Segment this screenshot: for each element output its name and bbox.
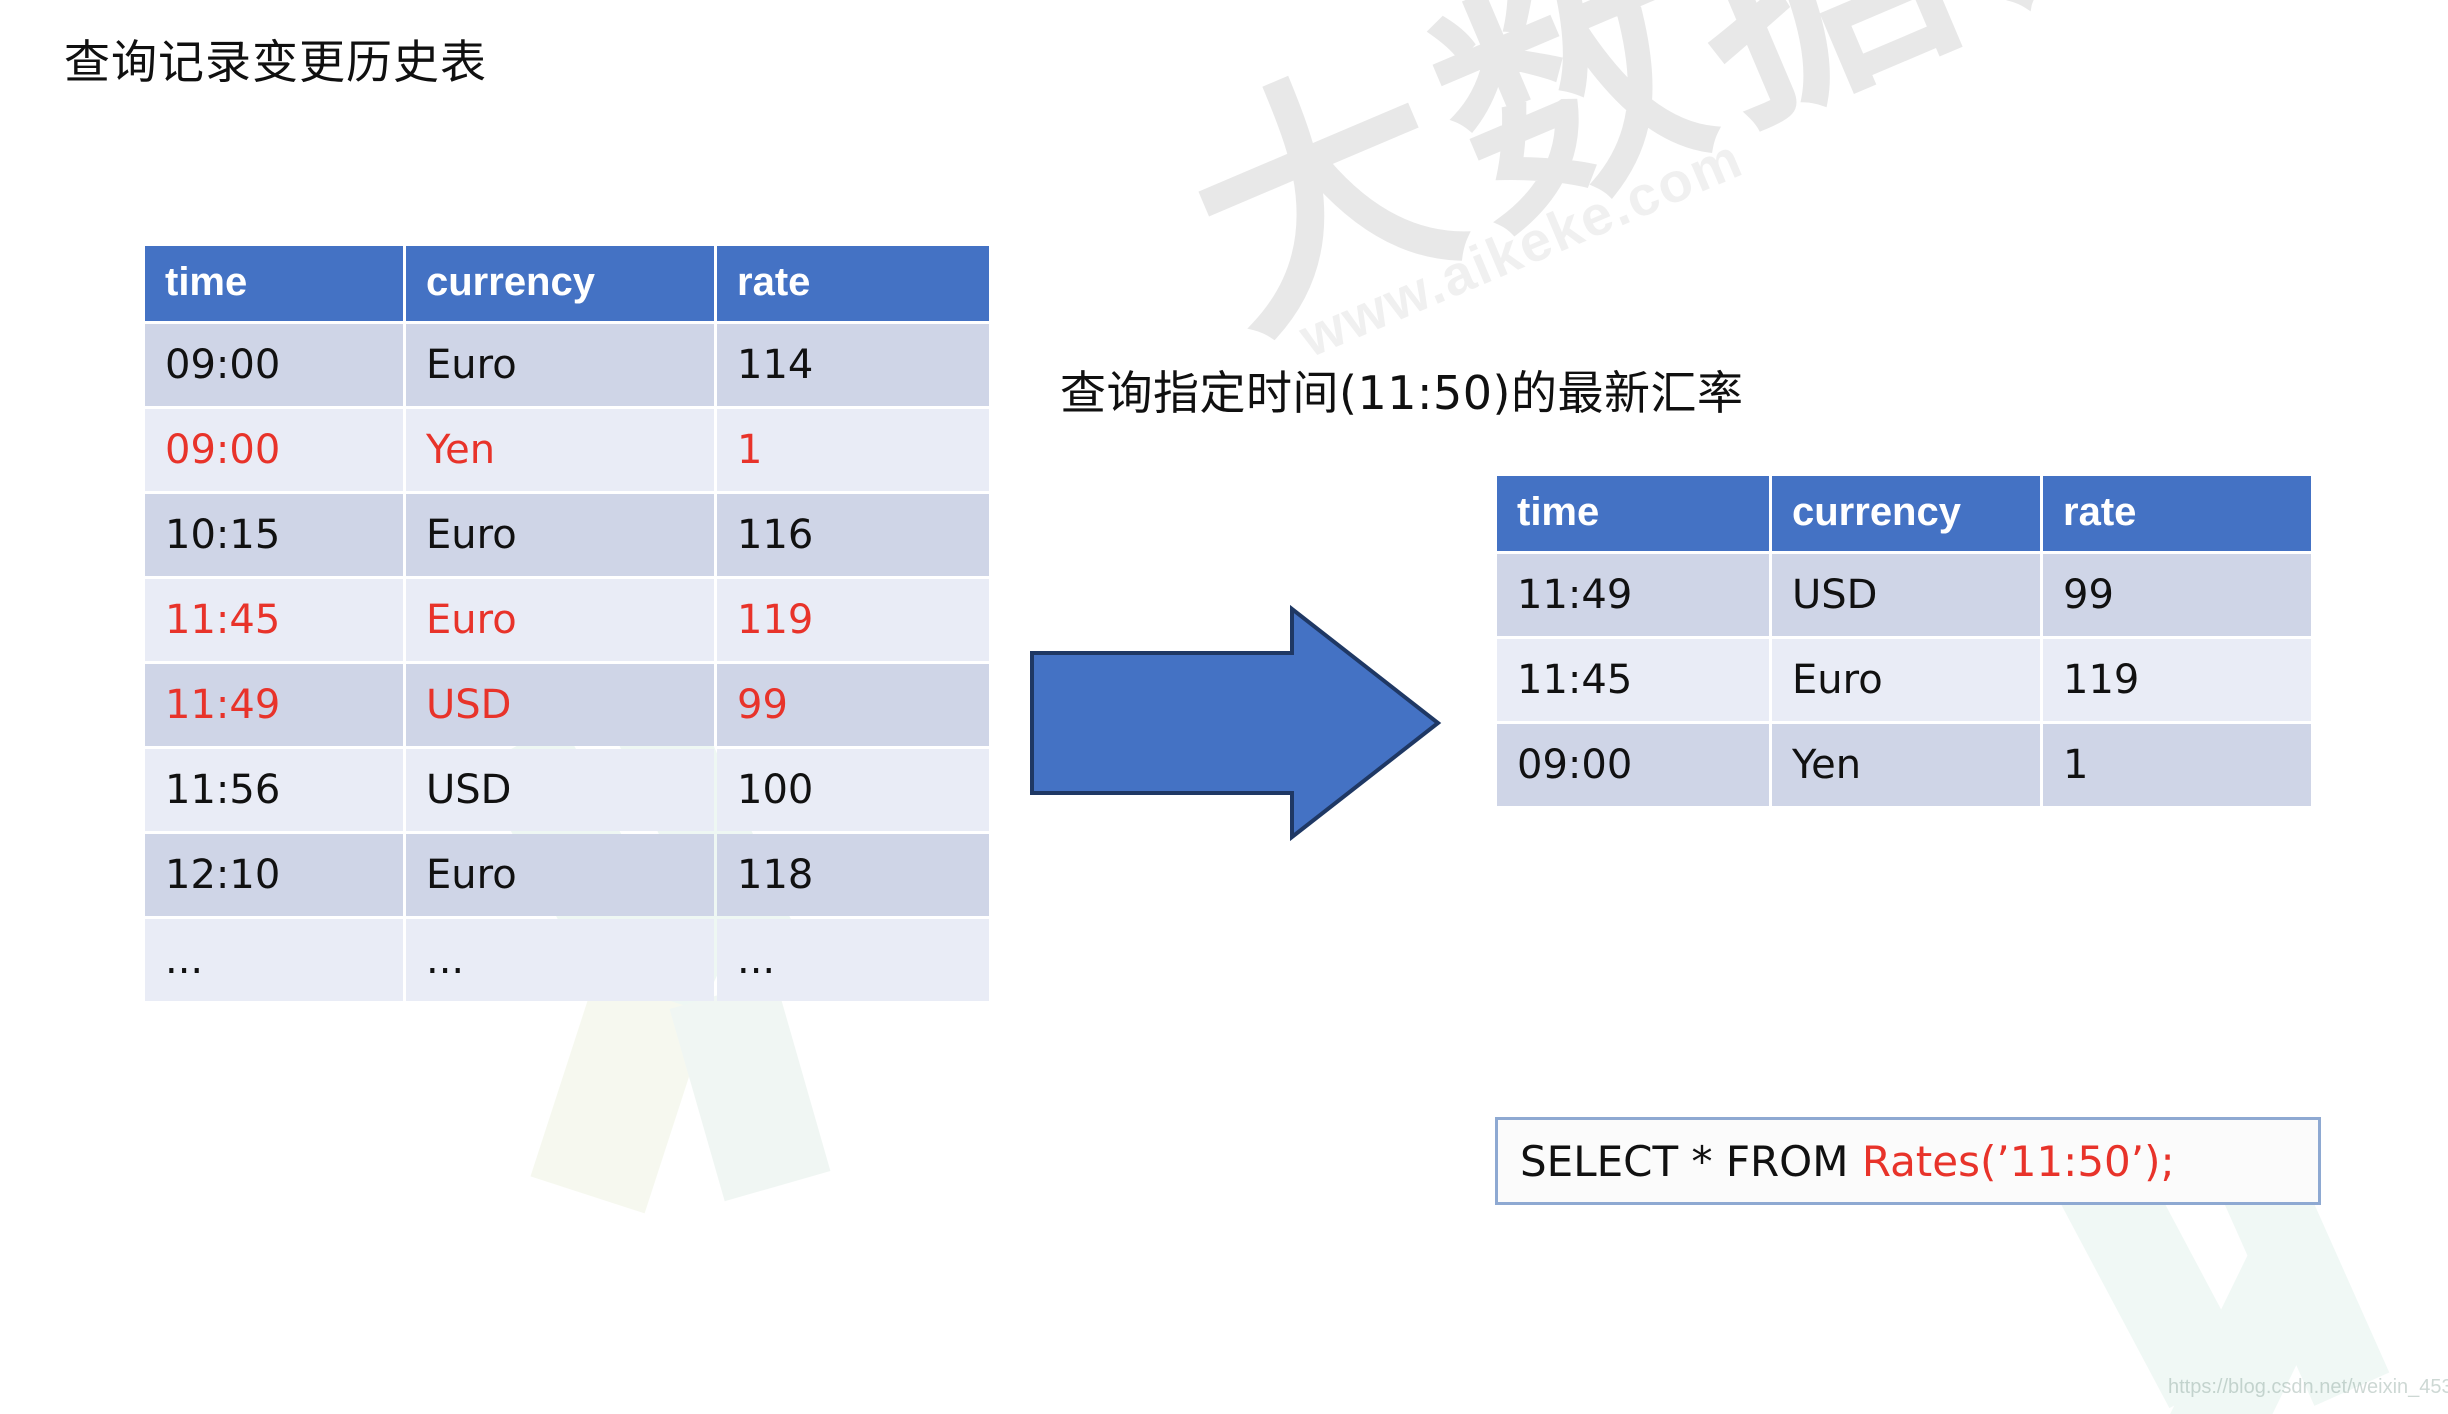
table-row: 12:10 Euro 118 (145, 834, 989, 916)
cell-rate: 119 (2043, 639, 2311, 721)
query-section-heading: 查询指定时间(11:50)的最新汇率 (1060, 366, 1744, 420)
cell-time: 11:45 (145, 579, 403, 661)
cell-currency: Yen (1772, 724, 2040, 806)
cell-rate: 99 (2043, 554, 2311, 636)
sql-statement-text: SELECT * FROM Rates(’11:50’); (1520, 1137, 2175, 1186)
sql-keyword-part: SELECT * FROM (1520, 1136, 1862, 1186)
cell-currency: ... (406, 919, 714, 1001)
column-header-time: time (1497, 476, 1769, 551)
cell-currency: Yen (406, 409, 714, 491)
cell-currency: Euro (406, 834, 714, 916)
cell-rate: ... (717, 919, 989, 1001)
cell-currency: Euro (1772, 639, 2040, 721)
column-header-rate: rate (2043, 476, 2311, 551)
cell-currency: USD (1772, 554, 2040, 636)
cell-rate: 116 (717, 494, 989, 576)
table-row: 11:56 USD 100 (145, 749, 989, 831)
cell-time: 11:56 (145, 749, 403, 831)
cell-currency: USD (406, 664, 714, 746)
cell-rate: 1 (717, 409, 989, 491)
cell-currency: Euro (406, 324, 714, 406)
cell-time: 10:15 (145, 494, 403, 576)
cell-time: 09:00 (1497, 724, 1769, 806)
table-row: 11:45 Euro 119 (1497, 639, 2311, 721)
table-row: 11:49 USD 99 (145, 664, 989, 746)
sql-statement-box: SELECT * FROM Rates(’11:50’); (1495, 1117, 2321, 1205)
rates-history-table: time currency rate 09:00 Euro 114 09:00 … (142, 243, 992, 1004)
column-header-currency: currency (406, 246, 714, 321)
table-row: 10:15 Euro 116 (145, 494, 989, 576)
cell-rate: 118 (717, 834, 989, 916)
cell-rate: 114 (717, 324, 989, 406)
table-row: 11:45 Euro 119 (145, 579, 989, 661)
cell-time: 11:45 (1497, 639, 1769, 721)
cell-currency: Euro (406, 494, 714, 576)
page-title: 查询记录变更历史表 (64, 35, 487, 89)
cell-time: 09:00 (145, 324, 403, 406)
table-header-row: time currency rate (1497, 476, 2311, 551)
cell-currency: USD (406, 749, 714, 831)
cell-time: ... (145, 919, 403, 1001)
cell-rate: 99 (717, 664, 989, 746)
cell-time: 11:49 (145, 664, 403, 746)
cell-time: 09:00 (145, 409, 403, 491)
table-header-row: time currency rate (145, 246, 989, 321)
cell-rate: 100 (717, 749, 989, 831)
watermark-cjk-text: 大数据课堂 (1130, 0, 2448, 393)
cell-currency: Euro (406, 579, 714, 661)
right-block-arrow-icon (1030, 604, 1442, 842)
query-result-table: time currency rate 11:49 USD 99 11:45 Eu… (1494, 473, 2314, 809)
column-header-rate: rate (717, 246, 989, 321)
table-row: 09:00 Yen 1 (145, 409, 989, 491)
sql-function-call-part: Rates(’11:50’); (1861, 1136, 2175, 1186)
watermark-url-rotated: www.aikeke.com (1290, 125, 1752, 369)
watermark-url-bottom: https://blog.csdn.net/weixin_45366499 (2168, 1376, 2448, 1398)
table-row: 09:00 Euro 114 (145, 324, 989, 406)
column-header-time: time (145, 246, 403, 321)
cell-rate: 119 (717, 579, 989, 661)
cell-rate: 1 (2043, 724, 2311, 806)
table-row: 09:00 Yen 1 (1497, 724, 2311, 806)
column-header-currency: currency (1772, 476, 2040, 551)
cell-time: 12:10 (145, 834, 403, 916)
table-row: 11:49 USD 99 (1497, 554, 2311, 636)
table-row-ellipsis: ... ... ... (145, 919, 989, 1001)
cell-time: 11:49 (1497, 554, 1769, 636)
